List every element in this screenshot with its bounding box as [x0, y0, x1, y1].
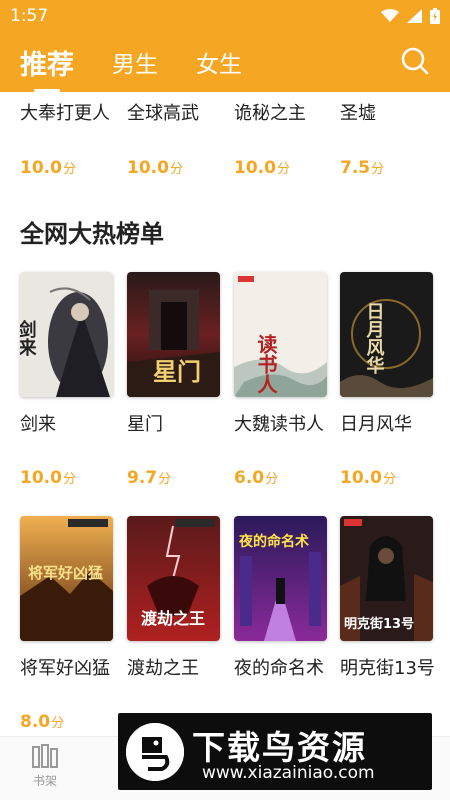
book-cover[interactable]: 读书人 [234, 272, 327, 397]
tab-female[interactable]: 女生 [196, 45, 242, 79]
book-cover[interactable]: 日月风华 [340, 272, 433, 397]
book-cover[interactable]: 明克街13号 [340, 516, 433, 641]
svg-text:明克街13号: 明克街13号 [344, 616, 414, 632]
status-time: 1:57 [10, 6, 49, 26]
book-card[interactable]: 大奉打更人 10.0分 [20, 102, 116, 178]
book-score: 10.0分 [20, 158, 76, 178]
bottom-tab-label: 书架 [32, 774, 57, 788]
bookshelf-icon [32, 744, 58, 768]
svg-text:剑来: 剑来 [20, 319, 38, 357]
book-title: 夜的命名术 [234, 658, 324, 679]
book-title: 圣墟 [340, 103, 376, 124]
book-score: 7.5分 [340, 158, 385, 178]
book-cover[interactable]: 渡劫之王 [127, 516, 220, 641]
book-title: 将军好凶猛 [20, 658, 110, 679]
bottom-tab-bookshelf[interactable]: 书架 [15, 743, 75, 789]
book-title: 诡秘之主 [234, 103, 306, 124]
watermark-title: 下载鸟资源 [192, 728, 367, 767]
search-icon[interactable] [400, 46, 430, 76]
book-cover[interactable]: 剑来 [20, 272, 113, 397]
book-title: 大奉打更人 [20, 103, 110, 124]
book-title: 星门 [127, 414, 163, 435]
book-score: 10.0分 [20, 468, 76, 488]
top-nav: 推荐 男生 女生 [0, 32, 450, 92]
book-title: 渡劫之王 [127, 658, 199, 679]
book-score: 6.0分 [234, 468, 279, 488]
watermark-url: www.xiazainiao.com [202, 763, 375, 783]
svg-text:日月风华: 日月风华 [364, 302, 386, 375]
svg-text:将军好凶猛: 将军好凶猛 [28, 564, 103, 582]
book-title: 大魏读书人 [234, 414, 324, 435]
svg-text:星门: 星门 [153, 357, 201, 386]
tab-male[interactable]: 男生 [112, 45, 158, 79]
signal-icon [407, 9, 422, 23]
wifi-icon [381, 9, 399, 22]
book-card[interactable]: 全球高武 10.0分 [127, 102, 223, 178]
recommend-content[interactable]: 大奉打更人 10.0分 全球高武 10.0分 诡秘之主 10.0分 圣墟 7.5… [0, 92, 450, 736]
book-title: 全球高武 [127, 103, 199, 124]
watermark-logo [126, 723, 184, 781]
svg-text:读书人: 读书人 [254, 333, 278, 394]
book-score: 9.7分 [127, 468, 172, 488]
book-score: 10.0分 [127, 158, 183, 178]
book-score: 10.0分 [340, 468, 396, 488]
battery-icon [430, 8, 440, 24]
status-bar: 1:57 [0, 0, 450, 32]
book-title: 明克街13号 [340, 658, 435, 679]
book-score: 8.0分 [20, 712, 65, 732]
svg-text:渡劫之王: 渡劫之王 [141, 609, 205, 628]
tab-recommend[interactable]: 推荐 [20, 43, 74, 92]
watermark: 下载鸟资源 www.xiazainiao.com [118, 713, 432, 790]
book-cover[interactable]: 星门 [127, 272, 220, 397]
book-cover[interactable]: 夜的命名术 [234, 516, 327, 641]
status-icons [381, 8, 440, 24]
book-cover[interactable]: 将军好凶猛 [20, 516, 113, 641]
book-title: 日月风华 [340, 414, 412, 435]
book-score: 10.0分 [234, 158, 290, 178]
svg-text:夜的命名术: 夜的命名术 [238, 533, 309, 550]
section-title: 全网大热榜单 [20, 220, 164, 248]
book-card[interactable]: 诡秘之主 10.0分 [234, 102, 330, 178]
book-title: 剑来 [20, 414, 56, 435]
bird-logo-icon [126, 723, 184, 781]
book-card[interactable]: 圣墟 7.5分 [340, 102, 436, 178]
